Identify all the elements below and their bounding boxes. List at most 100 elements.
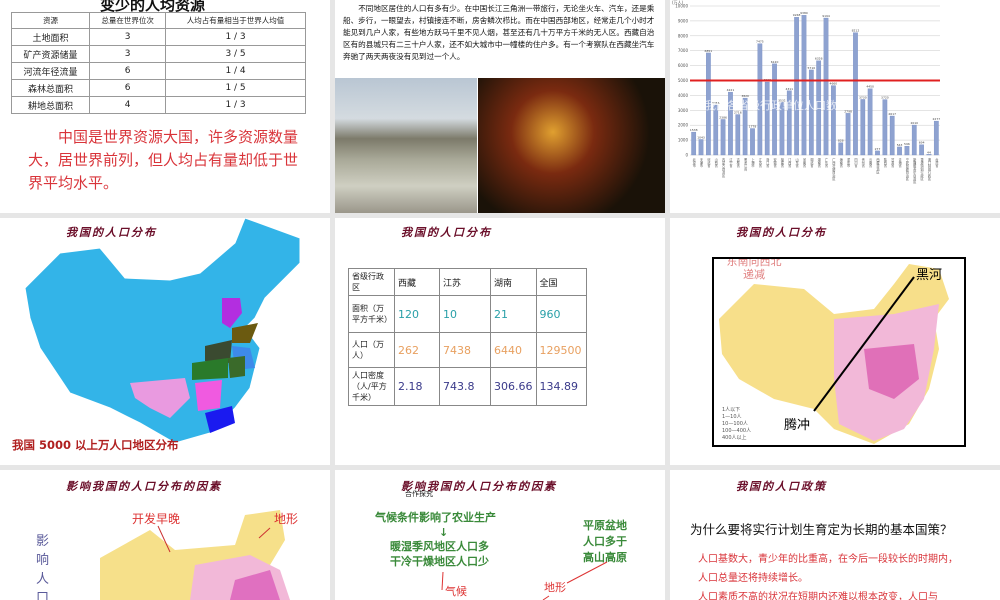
cell: 960 bbox=[535, 295, 587, 333]
bar bbox=[904, 145, 910, 156]
data-label: 694 bbox=[919, 141, 925, 145]
data-label: 5710 bbox=[808, 66, 816, 70]
x-tick-label: 江苏省 bbox=[757, 157, 761, 168]
data-label: 2617 bbox=[888, 112, 896, 116]
table-row: 人口（万人） 262 7438 6440 129500 bbox=[348, 332, 587, 368]
bar bbox=[720, 119, 726, 156]
slide-thumbnail-7[interactable]: 影响我国的人口分布的因素 开发早晚 地形 影响人口分 bbox=[0, 470, 330, 600]
bar bbox=[735, 114, 741, 156]
density-table: 省级行政区 西藏 江苏 湖南 全国 面积（万平方千米） 120 10 21 960 人口（万人）… bbox=[348, 268, 587, 406]
bar bbox=[889, 115, 895, 156]
data-label: 2277 bbox=[933, 117, 941, 121]
x-tick-label: 重庆市 bbox=[846, 157, 850, 168]
header-cell: 总量在世界位次 bbox=[89, 12, 167, 29]
cell: 面积（万平方千米） bbox=[348, 295, 395, 333]
x-tick-label: 内蒙古自治区 bbox=[721, 157, 725, 177]
slide-thumbnail-2[interactable]: 不同地区居住的人口有多有少。在中国长江三角洲一带旅行，无论坐火车、汽车，还是乘船… bbox=[335, 0, 665, 213]
bar bbox=[875, 150, 880, 156]
slide-thumbnail-4[interactable]: 我国的人口分布 我国 5000 以上万人口地区分布 bbox=[0, 218, 330, 465]
slide-thumbnail-1[interactable]: 变少的人均资源 资源 总量在世界位次 人均占有量相当于世界人均值 土地面积 3 1 / … bbox=[0, 0, 330, 213]
tengchong-label: 腾冲 bbox=[784, 418, 811, 433]
cell: 4 bbox=[89, 96, 167, 114]
bar bbox=[838, 142, 844, 156]
cell: 2.18 bbox=[394, 367, 440, 406]
slide-thumbnail-3[interactable]: (万人) 0 1000 2000 3000 4000 5000 6000 7000 8000 900… bbox=[670, 0, 1000, 213]
trend-label: 东南向西北递减 bbox=[726, 257, 782, 281]
x-tick-label: 福建省 bbox=[780, 157, 784, 168]
cell: 306.66 bbox=[490, 367, 537, 406]
data-label: 9194 bbox=[822, 14, 830, 18]
data-label: 4311 bbox=[785, 87, 793, 91]
bar bbox=[764, 81, 770, 156]
x-tick-label: 台湾省 bbox=[934, 157, 938, 168]
table-row: 土地面积 3 1 / 3 bbox=[10, 28, 306, 46]
y-tick-label: 1000 bbox=[678, 138, 689, 143]
data-label: 828 bbox=[838, 139, 844, 143]
x-tick-label: 四川省 bbox=[853, 158, 857, 168]
x-tick-label: 云南省 bbox=[868, 158, 872, 168]
connector-lines bbox=[441, 561, 608, 600]
legend-item: 10—100人 bbox=[722, 421, 748, 427]
y-tick-label: 6000 bbox=[678, 63, 689, 68]
table-row: 森林总面积 6 1 / 5 bbox=[10, 79, 306, 97]
cell: 森林总面积 bbox=[10, 79, 91, 97]
data-label: 596 bbox=[904, 142, 910, 146]
header-cell: 西藏 bbox=[394, 268, 440, 296]
x-tick-label: 澳门特别行政区 bbox=[927, 157, 931, 181]
bar bbox=[845, 113, 851, 156]
map-legend: 1人以下 1—10人 10—100人 100—400人 400人以上 bbox=[722, 407, 751, 442]
header-cell: 全国 bbox=[535, 268, 587, 296]
data-label: 277 bbox=[875, 147, 881, 151]
cell: 10 bbox=[439, 295, 491, 333]
x-tick-label: 青海省 bbox=[897, 157, 901, 168]
y-tick-label: 8000 bbox=[678, 33, 689, 38]
population-bar-chart: (万人)010002000300040005000600070008000900… bbox=[672, 0, 941, 184]
data-label: 9380 bbox=[800, 11, 808, 15]
bar bbox=[750, 128, 755, 156]
vertical-label: 影响人口分 bbox=[36, 534, 50, 600]
map-caption: 我国 5000 以上万人口地区分布 bbox=[12, 438, 179, 452]
slide-title: 我国的人口政策 bbox=[736, 480, 827, 493]
bar bbox=[867, 88, 873, 156]
data-label: 7475 bbox=[756, 40, 764, 44]
legend-item: 1—10人 bbox=[722, 414, 742, 420]
terrain-label: 地形 bbox=[274, 512, 299, 526]
slide-thumbnail-9[interactable]: 我国的人口政策 为什么要将实行计划生育定为长期的基本国策？ 人口基数大，青少年的… bbox=[670, 470, 1000, 600]
slide-thumbnail-5[interactable]: 我国的人口分布 省级行政区 西藏 江苏 湖南 全国 面积（万平方千米） 120 10 21 96… bbox=[335, 218, 665, 465]
data-label: 3820 bbox=[741, 94, 749, 98]
data-label: 8212 bbox=[852, 29, 860, 33]
x-tick-label: 宁夏回族自治区 bbox=[905, 157, 909, 181]
x-tick-label: 湖南省 bbox=[816, 157, 820, 168]
bar bbox=[853, 32, 858, 156]
table-row: 耕地总面积 4 1 / 3 bbox=[10, 96, 306, 114]
cell: 6440 bbox=[490, 332, 537, 368]
x-tick-label: 上海市 bbox=[750, 157, 754, 168]
bar bbox=[801, 15, 807, 156]
slide-thumbnail-8[interactable]: 影响我国的人口分布的因素 合作探究 气候条件影响了农业生产 ↓ 暖湿季风地区人口… bbox=[335, 470, 665, 600]
legend-item: 400人以上 bbox=[722, 435, 747, 441]
cell: 1 / 4 bbox=[165, 62, 306, 80]
bar bbox=[698, 139, 704, 156]
bar bbox=[691, 131, 697, 156]
bar bbox=[831, 85, 836, 156]
legend-item: 100—400人 bbox=[722, 428, 752, 434]
slide-thumbnail-6[interactable]: 我国的人口分布 东南向西北递减 黑河 腾冲 1人以下 1—10人 10—100人 10… bbox=[670, 218, 1000, 465]
data-label: 6326 bbox=[815, 57, 823, 61]
cell: 人口密度（人/平方千米） bbox=[348, 367, 395, 406]
x-tick-label: 广西壮族自治区 bbox=[831, 157, 835, 181]
china-map bbox=[100, 510, 290, 600]
cell: 6 bbox=[89, 62, 167, 80]
data-label: 4221 bbox=[727, 88, 735, 92]
bar bbox=[911, 124, 917, 156]
bar bbox=[860, 99, 866, 156]
cell: 矿产资源储量 bbox=[10, 45, 91, 63]
development-label: 开发早晚 bbox=[132, 512, 181, 526]
x-tick-label: 山东省 bbox=[794, 157, 798, 168]
y-tick-label: 3000 bbox=[678, 108, 689, 113]
y-tick-label: 9000 bbox=[678, 18, 689, 23]
x-tick-label: 北京市 bbox=[691, 157, 695, 168]
y-tick-label: 0 bbox=[685, 153, 688, 158]
data-label: 1778 bbox=[749, 125, 757, 129]
x-tick-label: 吉林省 bbox=[735, 157, 739, 168]
answer-text: 人口素质不高的状况在短期内还难以根本改变，人口与 bbox=[698, 592, 938, 600]
